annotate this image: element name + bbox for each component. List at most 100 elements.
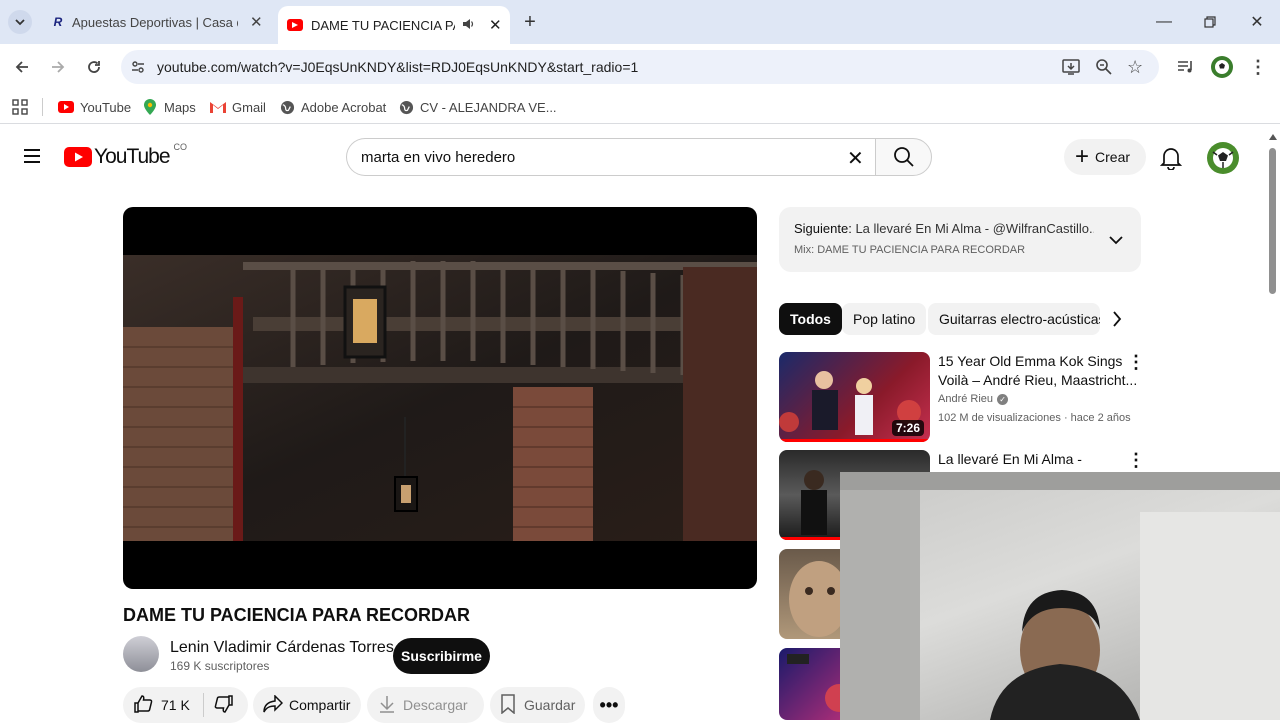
bookmark-label: YouTube <box>80 99 132 115</box>
back-button[interactable] <box>8 53 36 81</box>
chips-next-button[interactable] <box>1112 311 1122 332</box>
recommendation-meta: 102 M de visualizaciones · hace 2 años <box>938 412 1131 424</box>
more-horiz-icon: ••• <box>599 694 619 715</box>
hamburger-menu-icon[interactable] <box>22 147 42 165</box>
minimize-button[interactable]: — <box>1152 10 1176 34</box>
page-scrollbar[interactable] <box>1268 134 1277 720</box>
bookmark-icon <box>500 693 516 717</box>
new-tab-button[interactable]: + <box>518 10 542 34</box>
arrow-right-icon <box>52 61 65 73</box>
arrow-left-icon <box>15 61 28 73</box>
restore-button[interactable] <box>1198 10 1222 34</box>
tab-youtube-active[interactable]: DAME TU PACIENCIA PARA RECORDAR ✕ <box>278 6 510 44</box>
globe-icon <box>398 99 414 115</box>
video-player[interactable] <box>123 207 757 589</box>
zoom-icon[interactable] <box>1095 58 1113 81</box>
close-icon[interactable]: ✕ <box>250 13 263 31</box>
apps-grid-icon[interactable] <box>12 99 28 120</box>
dislike-button[interactable] <box>214 694 234 717</box>
channel-avatar[interactable] <box>123 636 159 672</box>
bookmark-youtube[interactable]: YouTube <box>58 99 131 115</box>
bookmark-gmail[interactable]: Gmail <box>210 99 266 115</box>
install-app-icon[interactable] <box>1062 58 1080 81</box>
tab-title: DAME TU PACIENCIA PARA RECORDAR <box>311 17 455 33</box>
more-vert-icon: ⋮ <box>1127 352 1145 372</box>
save-button[interactable]: Guardar <box>490 687 585 723</box>
create-button[interactable]: + Crear <box>1064 139 1146 175</box>
download-label: Descargar <box>403 697 468 713</box>
soccer-ball-icon <box>1211 56 1233 78</box>
like-count: 71 K <box>161 697 190 713</box>
bookmark-adobe-acrobat[interactable]: Adobe Acrobat <box>279 99 386 115</box>
more-actions-button[interactable]: ••• <box>593 687 625 723</box>
chip-pop-latino[interactable]: Pop latino <box>842 303 927 335</box>
media-controls-button[interactable] <box>1172 53 1200 81</box>
restore-icon <box>1204 16 1216 28</box>
profile-avatar[interactable] <box>1208 53 1236 81</box>
chrome-menu-button[interactable]: ⋮ <box>1244 53 1272 81</box>
watch-progress <box>779 439 930 442</box>
site-info-icon[interactable] <box>130 59 146 80</box>
recommendation-title[interactable]: La llevaré En Mi Alma - <box>938 450 1123 469</box>
favicon-icon: R <box>53 15 63 29</box>
close-icon[interactable]: ✕ <box>489 16 502 34</box>
bookmark-label: Gmail <box>232 99 266 115</box>
share-button[interactable]: Compartir <box>253 687 361 723</box>
divider <box>42 98 43 116</box>
queue-music-icon <box>1178 61 1192 73</box>
tab-apuestas[interactable]: R Apuestas Deportivas | Casa de Apuestas… <box>40 6 276 38</box>
webcam-overlay <box>840 472 1280 720</box>
account-avatar[interactable] <box>1207 142 1239 179</box>
save-label: Guardar <box>524 697 576 713</box>
bookmark-maps[interactable]: Maps <box>142 99 196 115</box>
reload-button[interactable] <box>80 53 108 81</box>
video-duration: 7:26 <box>891 420 924 436</box>
subscribe-button[interactable]: Suscribirme <box>393 638 490 674</box>
up-next-panel[interactable]: Siguiente: La llevaré En Mi Alma - @Wilf… <box>779 207 1141 272</box>
clear-search-icon[interactable]: ✕ <box>847 146 864 171</box>
title-line: La llevaré En Mi Alma - <box>938 451 1082 467</box>
forward-button[interactable] <box>44 53 72 81</box>
search-button[interactable] <box>875 138 932 176</box>
recommendation-menu-button[interactable]: ⋮ <box>1127 450 1145 471</box>
scroll-up-arrow[interactable] <box>1269 134 1277 140</box>
bell-icon <box>1159 148 1183 171</box>
search-box[interactable]: marta en vivo heredero ✕ <box>346 138 876 176</box>
address-bar[interactable]: youtube.com/watch?v=J0EqsUnKNDY&list=RDJ… <box>121 50 1159 84</box>
recommendation-menu-button[interactable]: ⋮ <box>1127 352 1145 373</box>
tab-search-button[interactable] <box>8 10 32 34</box>
chevron-down-icon <box>1109 236 1123 245</box>
close-window-button[interactable]: ✕ <box>1245 10 1269 34</box>
star-icon[interactable]: ☆ <box>1127 57 1143 78</box>
chip-guitarras[interactable]: Guitarras electro-acústicas <box>928 303 1100 335</box>
mix-title: Mix: DAME TU PACIENCIA PARA RECORDAR <box>794 244 1026 256</box>
chip-todos[interactable]: Todos <box>779 303 842 335</box>
tab-title: Apuestas Deportivas | Casa de Apuestas <box>72 14 238 30</box>
youtube-logo[interactable]: YouTube CO <box>64 142 187 170</box>
scrollbar-thumb[interactable] <box>1269 148 1276 294</box>
chevron-down-icon <box>15 19 25 26</box>
next-title: La llevaré En Mi Alma - @WilfranCastillo… <box>855 221 1094 236</box>
youtube-logo-icon <box>64 147 92 167</box>
recommendation-title[interactable]: 15 Year Old Emma Kok Sings Voilà – André… <box>938 352 1137 390</box>
more-vert-icon: ⋮ <box>1249 56 1267 77</box>
bookmark-label: CV - ALEJANDRA VE... <box>420 99 557 115</box>
expand-playlist-button[interactable] <box>1109 232 1123 250</box>
browser-toolbar: youtube.com/watch?v=J0EqsUnKNDY&list=RDJ… <box>0 44 1280 90</box>
notifications-button[interactable] <box>1159 146 1183 175</box>
like-button[interactable] <box>133 694 153 717</box>
like-dislike-group: 71 K <box>123 687 248 723</box>
bookmark-cv[interactable]: CV - ALEJANDRA VE... <box>398 99 557 115</box>
download-button[interactable]: Descargar <box>367 687 484 723</box>
channel-label: André Rieu <box>938 393 994 405</box>
channel-name[interactable]: Lenin Vladimir Cárdenas Torres <box>170 639 394 657</box>
recommendation-thumbnail[interactable]: 7:26 <box>779 352 930 442</box>
recommendation-channel[interactable]: André Rieu ✓ <box>938 393 1009 405</box>
title-line: 15 Year Old Emma Kok Sings <box>938 353 1123 369</box>
gmail-icon <box>210 99 226 115</box>
speaker-icon[interactable] <box>461 17 475 34</box>
chevron-right-icon <box>1113 311 1122 327</box>
thumbs-down-icon <box>214 694 233 713</box>
search-input[interactable]: marta en vivo heredero <box>361 149 515 166</box>
create-label: Crear <box>1095 149 1131 165</box>
